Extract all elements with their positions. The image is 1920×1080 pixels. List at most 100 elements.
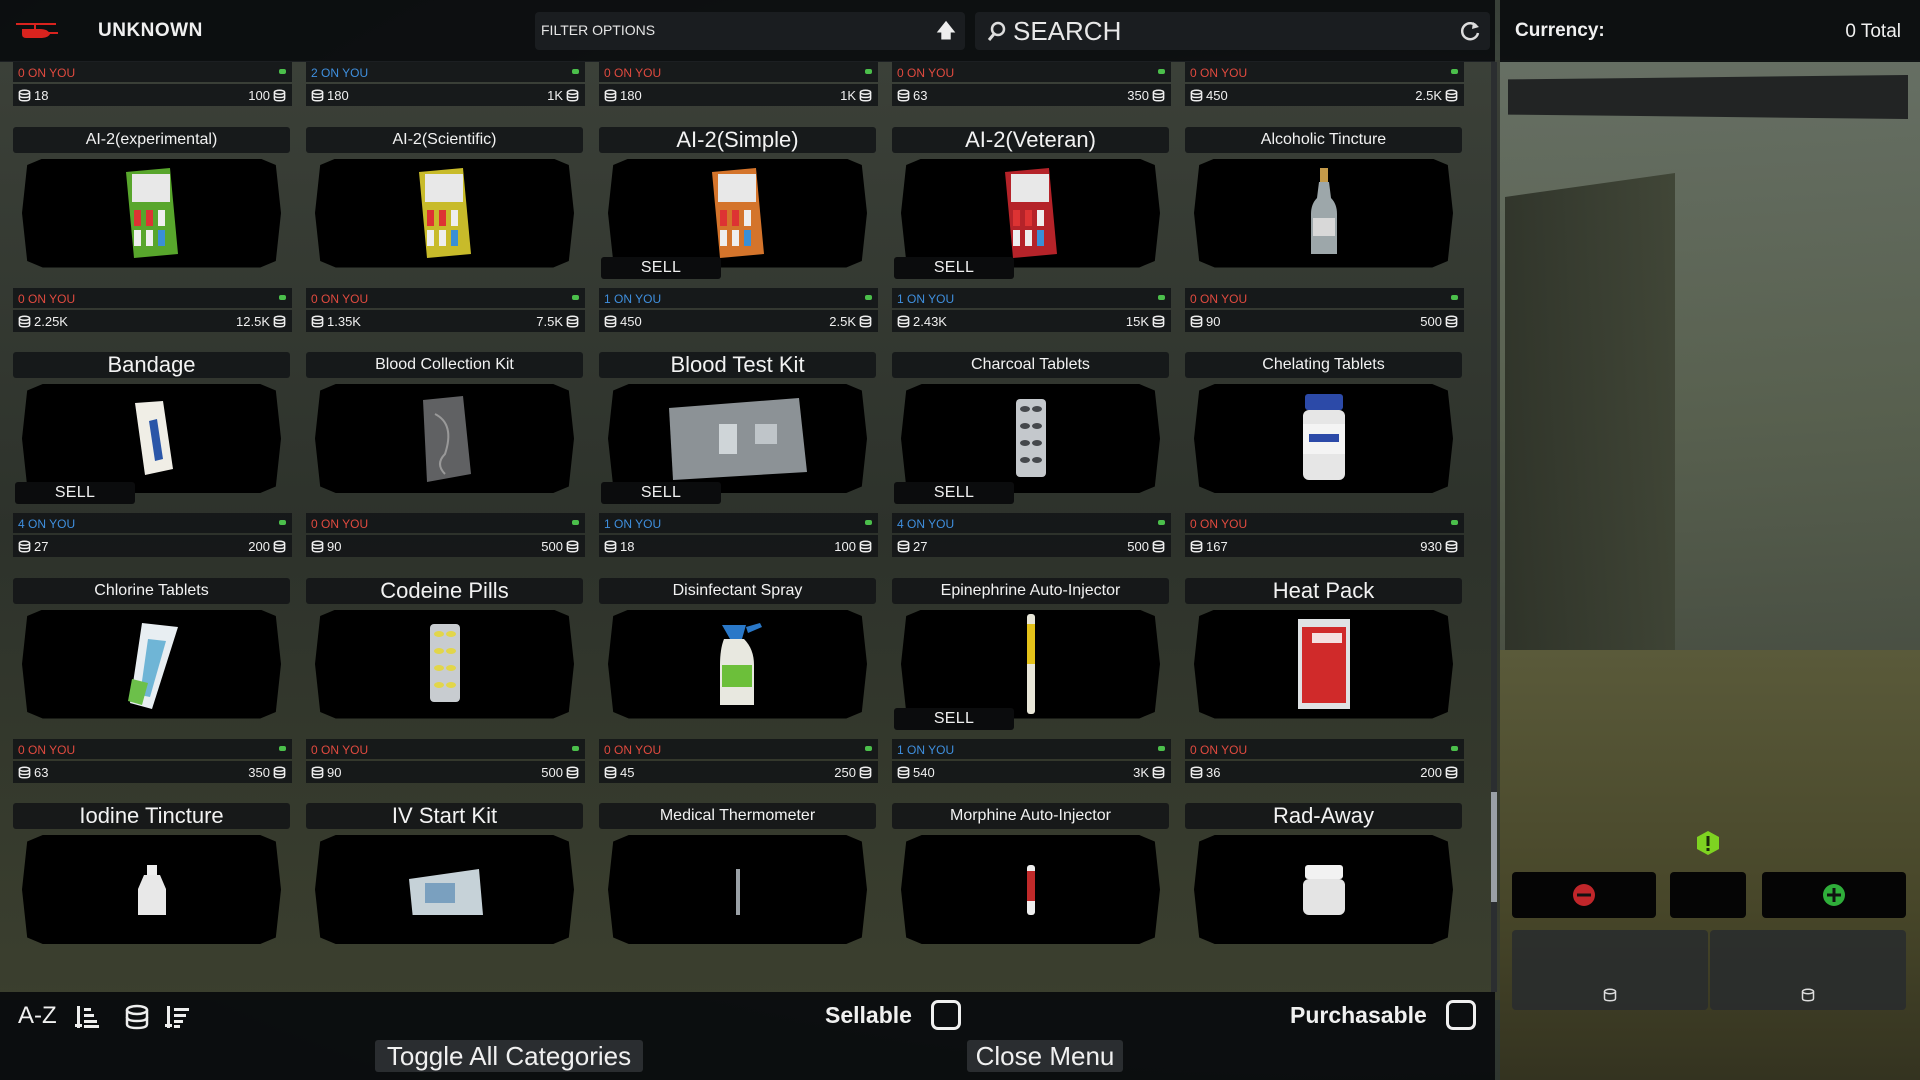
sell-price: 90 [311,765,341,780]
search-input[interactable] [1013,16,1433,46]
on-you-count: 0 ON YOU [1190,742,1248,757]
buy-price-value: 350 [248,764,270,780]
coin-icon [1190,314,1203,328]
scrollbar-thumb[interactable] [1491,792,1497,902]
item-card[interactable]: Charcoal Tablets SELL 4 ON YOU 27 500 [884,350,1177,576]
coin-stack-icon[interactable] [124,1004,150,1030]
item-card[interactable]: Chelating Tablets 0 ON YOU 167 930 [1177,350,1470,576]
item-image[interactable] [901,835,1160,944]
sell-price: 180 [604,88,642,103]
on-you-count: 0 ON YOU [604,66,662,80]
inventory-row: 0 ON YOU [306,287,585,308]
close-menu-button[interactable]: Close Menu [967,1040,1123,1072]
item-image[interactable] [22,609,281,719]
item-picture [719,623,762,705]
item-card[interactable]: Epinephrine Auto-Injector SELL 1 ON YOU 540… [884,576,1177,802]
sell-button[interactable]: SELL [601,256,721,279]
item-card[interactable]: AI-2(Veteran) SELL 1 ON YOU 2.43K 15K [884,125,1177,351]
sell-price: 63 [18,765,48,780]
item-card[interactable]: Blood Test Kit SELL 1 ON YOU 18 100 [591,350,884,576]
item-image[interactable] [901,609,1160,719]
item-name: Medical Thermometer [599,803,876,829]
sell-button[interactable]: SELL [15,482,135,504]
sell-price-value: 450 [1206,88,1228,103]
item-image[interactable] [22,384,281,493]
on-you-count: 2 ON YOU [311,66,369,80]
item-image[interactable] [1194,384,1453,493]
item-card[interactable]: 0 ON YOU 63 350 [884,62,1177,125]
item-card[interactable]: IV Start Kit [298,801,591,992]
buy-price-value: 250 [834,764,856,780]
buy-price: 12.5K [236,314,286,329]
increase-quantity-button[interactable] [1762,872,1906,918]
item-card[interactable]: Heat Pack 0 ON YOU 36 200 [1177,576,1470,802]
coin-icon [566,765,579,779]
buy-total-box[interactable] [1710,930,1906,1010]
item-card[interactable]: Chlorine Tablets 0 ON YOU 63 350 [5,576,298,802]
item-card[interactable]: AI-2(experimental) 0 ON YOU 2.25K 12.5K [5,125,298,351]
item-card[interactable]: Alcoholic Tincture 0 ON YOU 90 500 [1177,125,1470,351]
toggle-all-categories-button[interactable]: Toggle All Categories [375,1040,643,1072]
item-card[interactable]: Bandage SELL 4 ON YOU 27 200 [5,350,298,576]
item-image[interactable] [608,158,867,268]
inventory-row: 2 ON YOU [306,62,585,82]
item-card[interactable]: Iodine Tincture [5,801,298,992]
item-image[interactable] [1194,835,1453,944]
item-image[interactable] [315,835,574,944]
sell-button[interactable]: SELL [894,707,1014,730]
item-card[interactable]: 0 ON YOU 180 1K [591,62,884,125]
item-card[interactable]: SELL2 ON YOU1801K [298,62,591,125]
price-row: 18 100 [13,84,292,106]
purchasable-checkbox[interactable] [1446,1000,1476,1030]
item-card[interactable]: AI-2(Scientific) 0 ON YOU 1.35K 7.5K [298,125,591,351]
buy-price: 3K [1133,765,1165,780]
item-image[interactable] [608,384,867,493]
item-card[interactable]: Disinfectant Spray 0 ON YOU 45 250 [591,576,884,802]
on-you-count: 0 ON YOU [311,291,369,306]
item-card[interactable]: 0 ON YOU 18 100 [5,62,298,125]
item-card[interactable]: Codeine Pills 0 ON YOU 90 500 [298,576,591,802]
sell-button[interactable]: SELL [894,482,1014,504]
item-card[interactable]: AI-2(Simple) SELL 1 ON YOU 450 2.5K [591,125,884,351]
arrow-up-icon[interactable]: 🡅 [935,20,957,42]
quantity-display[interactable] [1670,872,1746,918]
coin-icon [1445,540,1458,553]
item-image[interactable] [22,158,281,268]
price-row: 27 200 [13,535,292,557]
item-card[interactable]: Medical Thermometer [591,801,884,992]
buy-price-value: 500 [541,539,563,554]
item-picture [134,400,173,475]
currency-label: Currency: [1515,20,1605,41]
item-image[interactable] [315,384,574,493]
sell-total-box[interactable] [1512,930,1708,1010]
item-picture [1026,864,1035,915]
item-image[interactable] [901,384,1160,493]
item-image[interactable] [1194,609,1453,719]
sellable-checkbox[interactable] [931,1000,961,1030]
refresh-icon[interactable] [1458,19,1482,43]
inventory-row: 0 ON YOU [892,62,1171,82]
item-image[interactable] [608,835,867,944]
sort-az-button[interactable]: A-Z [18,1002,57,1030]
search-bar[interactable] [975,12,1490,50]
sort-ascending-icon[interactable] [74,1004,100,1030]
item-image[interactable] [315,158,574,268]
decrease-quantity-button[interactable] [1512,872,1656,918]
status-dot-icon [572,745,579,751]
item-image[interactable] [315,609,574,719]
sell-button[interactable]: SELL [601,482,721,504]
filter-options-dropdown[interactable]: FILTER OPTIONS 🡅 [535,12,965,50]
item-card[interactable]: Rad-Away [1177,801,1470,992]
item-image[interactable] [1194,158,1453,268]
scrollbar[interactable] [1491,62,1497,992]
sell-button[interactable]: SELL [894,256,1014,279]
item-image[interactable] [901,158,1160,268]
sort-descending-icon[interactable] [164,1004,190,1030]
item-card[interactable]: 0 ON YOU 450 2.5K [1177,62,1470,125]
coin-icon [859,540,872,553]
item-image[interactable] [608,609,867,719]
item-image[interactable] [22,835,281,944]
item-card[interactable]: Blood Collection Kit 0 ON YOU 90 500 [298,350,591,576]
item-card[interactable]: Morphine Auto-Injector [884,801,1177,992]
coin-icon [1190,765,1203,779]
